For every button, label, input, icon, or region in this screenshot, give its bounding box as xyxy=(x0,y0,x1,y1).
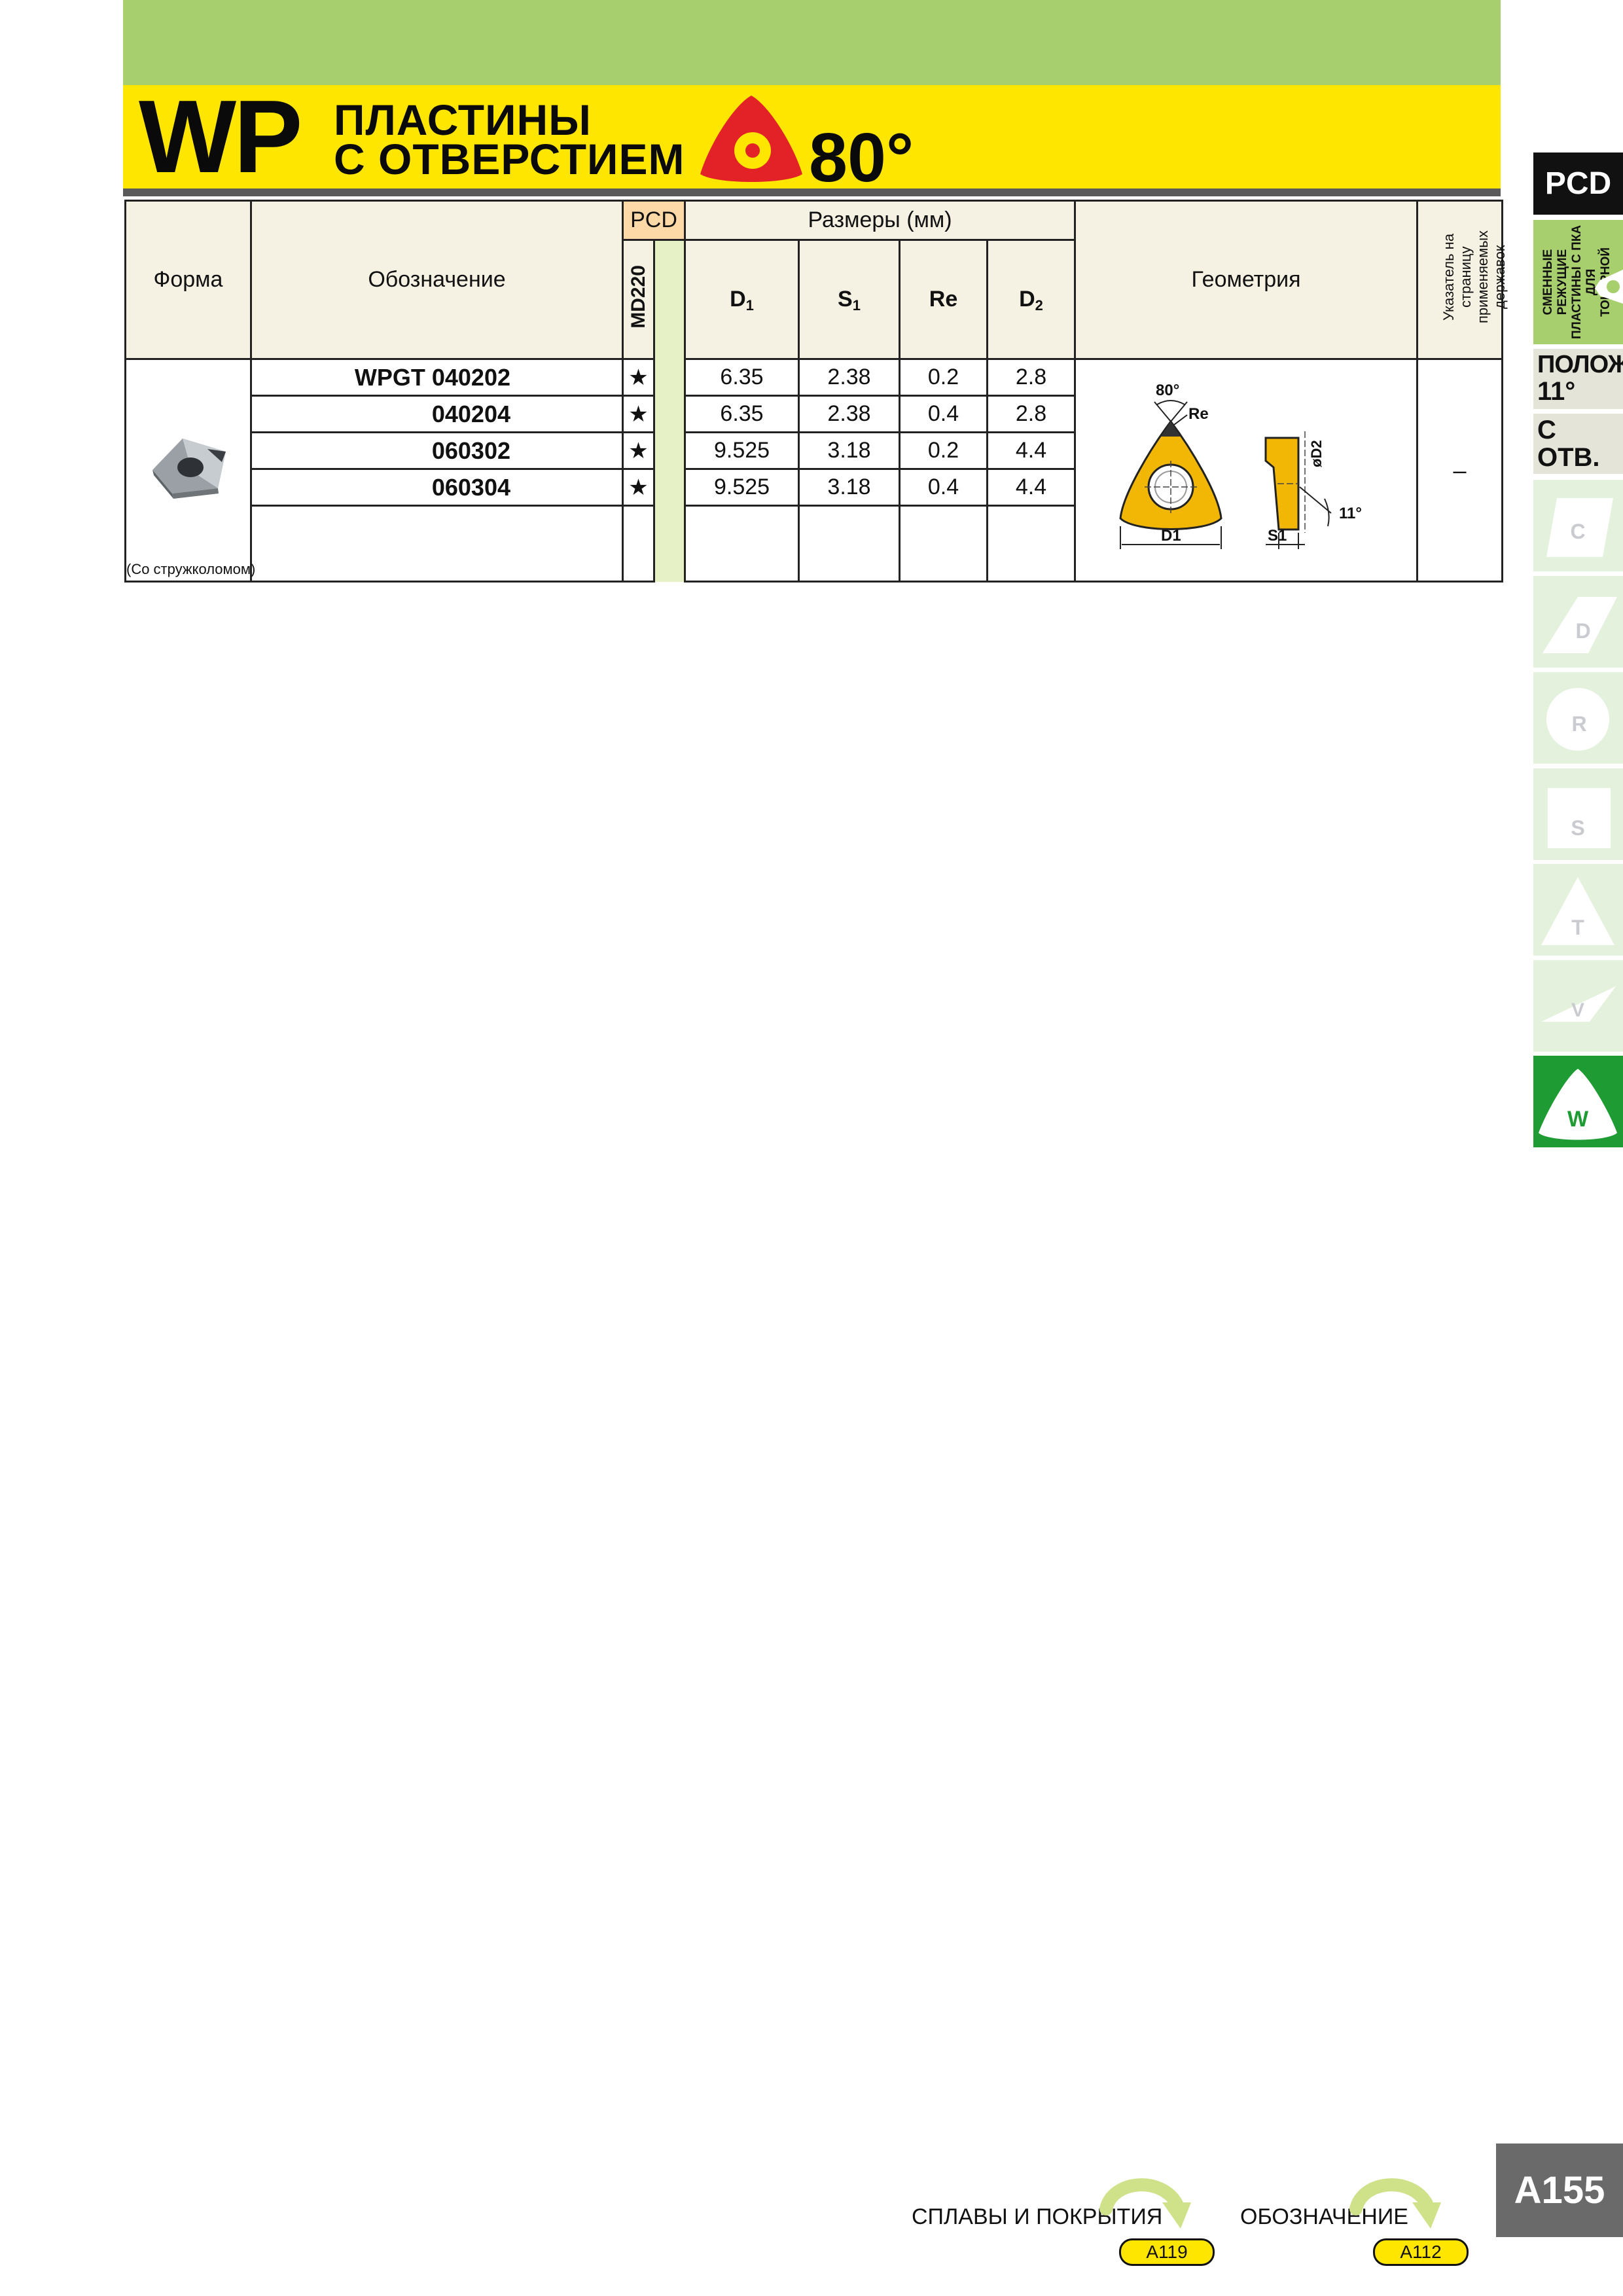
svg-text:øD2: øD2 xyxy=(1308,440,1325,467)
row-re: 0.4 xyxy=(899,468,989,507)
sidebar-tab-shape-t[interactable]: T xyxy=(1533,864,1623,956)
geometry-cell: 80° Re D1 øD2 S1 11° xyxy=(1074,358,1419,583)
row-s1: 2.38 xyxy=(798,395,901,433)
svg-text:T: T xyxy=(1571,916,1584,939)
holder-ref-value: – xyxy=(1416,358,1504,583)
link-designation-page[interactable]: A112 xyxy=(1373,2238,1469,2266)
curved-arrow-icon xyxy=(1349,2178,1441,2229)
svg-text:V: V xyxy=(1571,999,1584,1021)
col-d1-header: D1 xyxy=(684,239,800,360)
col-designation-header: Обозначение xyxy=(250,200,624,360)
table-row: (Со стружколомом) WPGT 040202 ★ 6.35 2.3… xyxy=(124,358,1504,583)
row-designation: 040204 xyxy=(250,395,624,433)
svg-text:80°: 80° xyxy=(1156,382,1179,399)
row-s1: 2.38 xyxy=(798,358,901,397)
svg-text:C: C xyxy=(1570,520,1585,543)
svg-text:R: R xyxy=(1571,712,1586,736)
sidebar-tab-shape-r[interactable]: R xyxy=(1533,672,1623,764)
sidebar-tab-shape-c[interactable]: C xyxy=(1533,480,1623,571)
row-designation: WPGT 040202 xyxy=(250,358,624,397)
shape-d-icon: D xyxy=(1543,597,1617,653)
header-green-band xyxy=(123,0,1501,85)
shape-v-icon: V xyxy=(1541,986,1616,1022)
svg-text:D: D xyxy=(1575,619,1590,643)
grade-stripe xyxy=(652,240,687,359)
grade-stripe xyxy=(652,359,687,582)
shape-w-icon: W xyxy=(1539,1069,1617,1140)
shape-s-icon: S xyxy=(1548,788,1611,848)
insert-angle: 80° xyxy=(809,119,914,196)
row-s1: 3.18 xyxy=(798,431,901,470)
row-grade: ★ xyxy=(622,431,655,470)
sidebar-tab-replaceable-inserts[interactable]: СМЕННЫЕ РЕЖУЩИЕ ПЛАСТИНЫ С ПКА ДЛЯ ТОКАР… xyxy=(1533,220,1623,344)
row-d2: 2.8 xyxy=(986,395,1077,433)
sidebar-tab-shape-v[interactable]: V xyxy=(1533,960,1623,1052)
row-d2: 2.8 xyxy=(986,358,1077,397)
col-holder-ref-header: Указатель на страницу применяемых держав… xyxy=(1416,200,1508,360)
row-s1: 3.18 xyxy=(798,468,901,507)
shape-r-icon: R xyxy=(1546,688,1609,751)
sidebar-tab-pcd[interactable]: PCD xyxy=(1533,152,1623,215)
shape-c-icon: C xyxy=(1546,498,1613,557)
col-shape-header: Форма xyxy=(124,200,252,360)
col-grade-header: MD220 xyxy=(622,239,655,360)
row-designation: 060302 xyxy=(250,431,624,470)
insert-photo-icon xyxy=(152,439,226,499)
row-grade: ★ xyxy=(622,395,655,433)
row-d2: 4.4 xyxy=(986,468,1077,507)
insert-code: WP xyxy=(139,79,303,194)
svg-text:S1: S1 xyxy=(1268,527,1287,545)
row-designation: 060304 xyxy=(250,468,624,507)
trigon-insert-icon xyxy=(700,96,802,182)
geometry-diagram: 80° Re D1 øD2 S1 11° xyxy=(1119,382,1362,549)
curved-arrow-icon xyxy=(1099,2178,1191,2229)
spec-table: Форма Обозначение PCD Размеры (мм) Геоме… xyxy=(124,200,1508,583)
sidebar-tab-with-hole[interactable]: С ОТВ. xyxy=(1533,414,1623,474)
sidebar-tab-shape-s[interactable]: S xyxy=(1533,768,1623,860)
link-alloys-page[interactable]: A119 xyxy=(1119,2238,1215,2266)
row-grade: ★ xyxy=(622,358,655,397)
col-geometry-header: Геометрия xyxy=(1074,200,1419,360)
shape-cell: (Со стружколомом) xyxy=(124,358,255,583)
row-d1: 6.35 xyxy=(684,358,800,397)
row-d1: 6.35 xyxy=(684,395,800,433)
col-re-header: Re xyxy=(899,239,989,360)
col-pcd-header: PCD xyxy=(621,200,687,241)
svg-text:Re: Re xyxy=(1188,405,1209,423)
row-grade: ★ xyxy=(622,468,655,507)
col-dimensions-header: Размеры (мм) xyxy=(684,200,1077,241)
insert-hole-icon xyxy=(1595,270,1623,304)
row-re: 0.4 xyxy=(899,395,989,433)
page-title-line2: С ОТВЕРСТИЕМ xyxy=(334,135,685,183)
col-s1-header: S1 xyxy=(798,239,901,360)
svg-text:W: W xyxy=(1567,1107,1589,1132)
sidebar-tab-positive[interactable]: ПОЛОЖ. 11° xyxy=(1533,349,1623,409)
row-re: 0.2 xyxy=(899,358,989,397)
svg-text:S: S xyxy=(1571,816,1584,840)
svg-text:D1: D1 xyxy=(1161,527,1181,545)
row-d1: 9.525 xyxy=(684,468,800,507)
sidebar-tab-shape-w[interactable]: W xyxy=(1533,1056,1623,1147)
sidebar-tab-shape-d[interactable]: D xyxy=(1533,576,1623,668)
col-d2-header: D2 xyxy=(986,239,1077,360)
page-number: A155 xyxy=(1496,2144,1623,2237)
shape-t-icon: T xyxy=(1541,877,1614,945)
row-d1: 9.525 xyxy=(684,431,800,470)
svg-text:11°: 11° xyxy=(1339,505,1362,522)
row-re: 0.2 xyxy=(899,431,989,470)
row-d2: 4.4 xyxy=(986,431,1077,470)
